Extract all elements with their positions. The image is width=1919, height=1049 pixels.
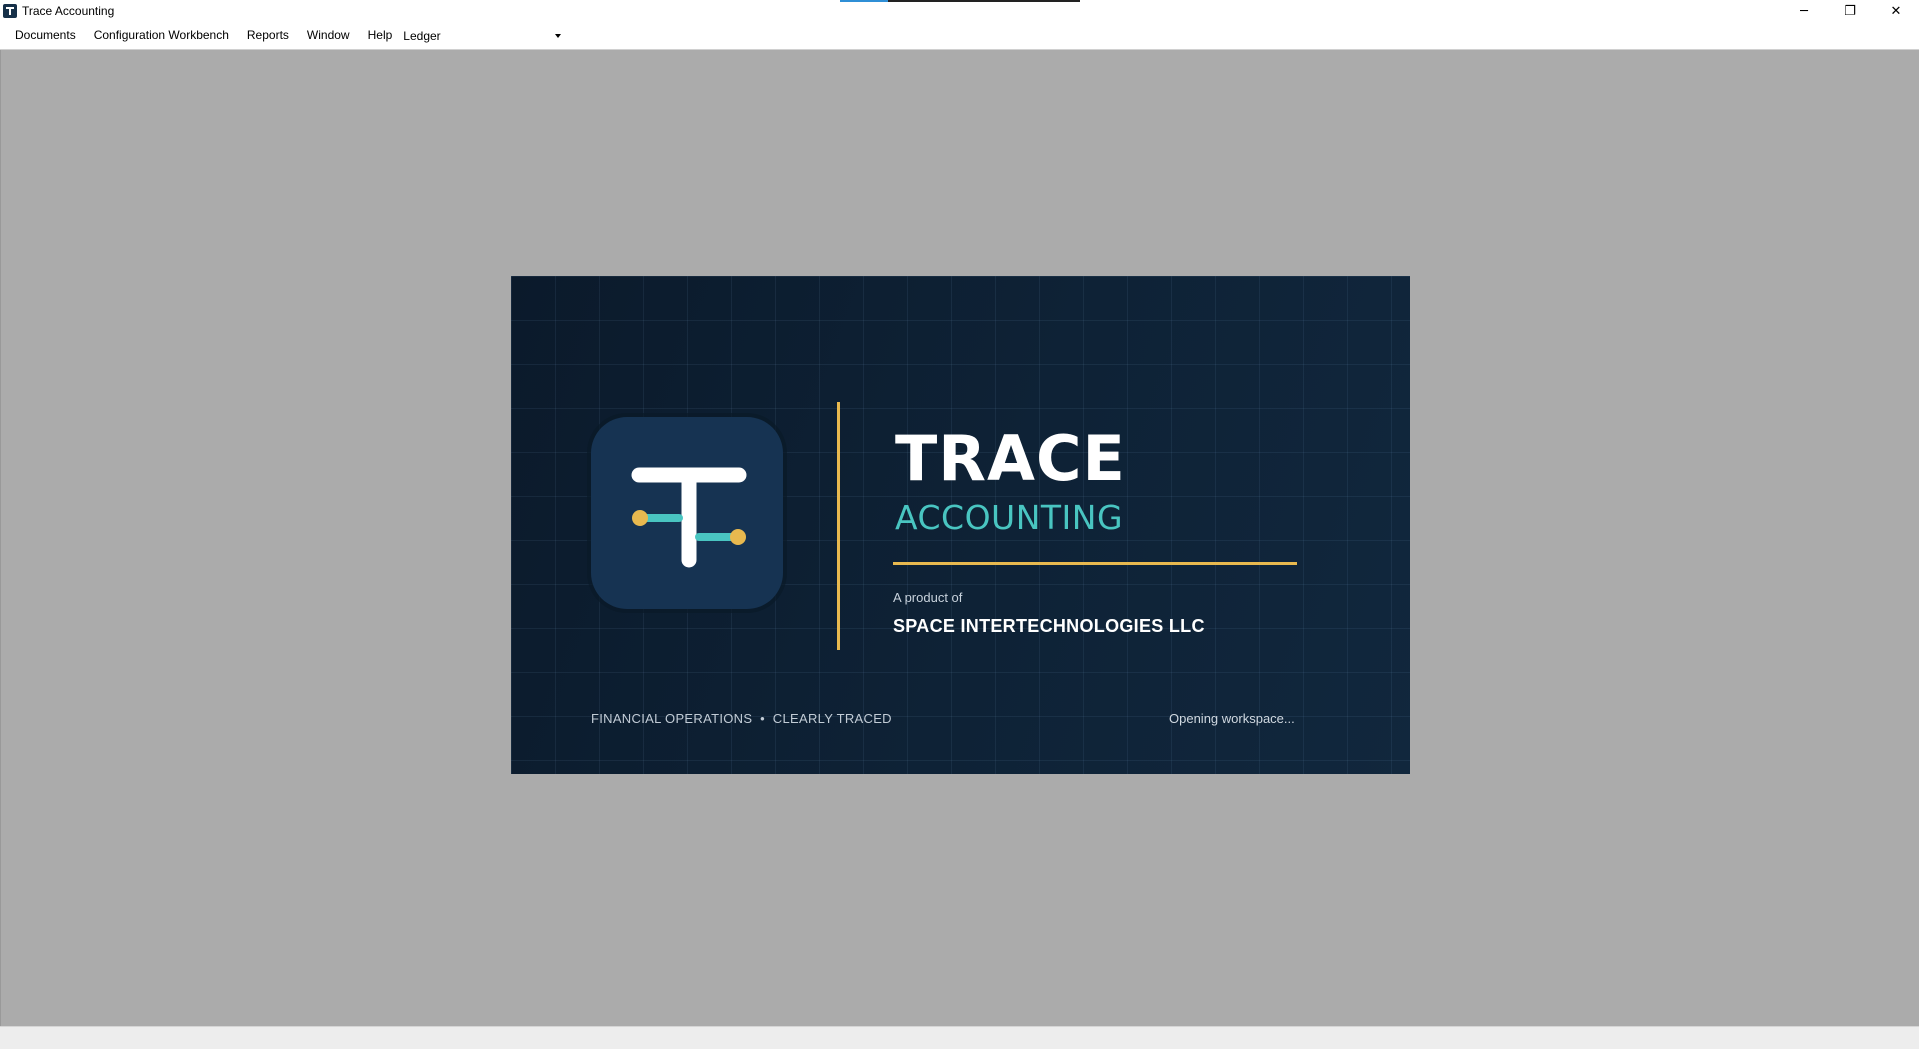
product-of-label: A product of	[893, 590, 963, 605]
menu-help[interactable]: Help	[359, 22, 402, 49]
company-name: SPACE INTERTECHNOLOGIES LLC	[893, 616, 1205, 636]
splash-screen: TRACE ACCOUNTING A product of SPACE INTE…	[511, 276, 1410, 774]
window-title: Trace Accounting	[22, 4, 115, 18]
brand-title: TRACE	[895, 422, 1126, 495]
chevron-down-icon	[554, 33, 561, 38]
horizontal-divider	[893, 562, 1297, 565]
title-bar[interactable]: Trace Accounting ─ ❐ ✕	[0, 0, 1919, 22]
menu-documents[interactable]: Documents	[6, 22, 85, 49]
ledger-label: Ledger	[403, 28, 441, 43]
brand-subtitle: ACCOUNTING	[895, 498, 1124, 537]
app-logo-icon	[3, 4, 17, 18]
load-progress-bar	[840, 0, 1080, 2]
restore-button[interactable]: ❐	[1827, 0, 1873, 22]
tagline: FINANCIAL OPERATIONS • CLEARLY TRACED	[591, 711, 892, 726]
menu-reports[interactable]: Reports	[238, 22, 298, 49]
vertical-divider	[837, 402, 840, 650]
load-progress-fill	[840, 0, 888, 2]
minimize-button[interactable]: ─	[1781, 0, 1827, 22]
window-controls: ─ ❐ ✕	[1781, 0, 1919, 22]
close-button[interactable]: ✕	[1873, 0, 1919, 22]
trace-logo-icon	[591, 417, 783, 609]
loading-status: Opening workspace...	[1169, 711, 1295, 726]
menu-window[interactable]: Window	[298, 22, 359, 49]
ledger-select[interactable]	[446, 26, 565, 45]
status-bar	[0, 1026, 1919, 1049]
menu-bar: Documents Configuration Workbench Report…	[0, 22, 1919, 50]
ledger-select-value	[447, 29, 451, 43]
menu-configuration-workbench[interactable]: Configuration Workbench	[85, 22, 238, 49]
